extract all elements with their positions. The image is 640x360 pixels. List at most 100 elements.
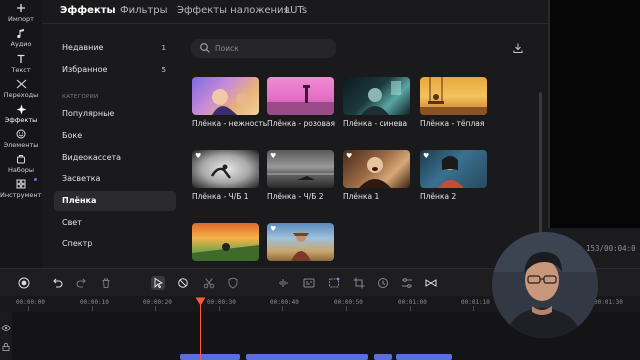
tab-effects[interactable]: Эффекты (60, 5, 116, 17)
effect-thumb-film-pink[interactable] (267, 77, 334, 115)
ruler-tick (28, 306, 29, 311)
rail-import-label: Импорт (8, 15, 34, 23)
count-badge: 5 (161, 66, 166, 74)
rail-elements-label: Элементы (3, 141, 39, 149)
effect-thumb-film-soft[interactable] (192, 77, 259, 115)
audio-wave-icon[interactable] (277, 276, 291, 290)
effect-thumb-film-3[interactable] (192, 223, 259, 261)
caption-icon[interactable] (302, 276, 316, 290)
effects-sparkle-icon (0, 104, 42, 116)
playhead-handle[interactable] (195, 297, 206, 306)
ruler-tick (473, 306, 474, 311)
smiley-icon (0, 129, 42, 141)
tab-luts[interactable]: LUTs (285, 5, 307, 17)
sidebar-item-bokeh[interactable]: Боке (54, 126, 176, 146)
bundle-icon (0, 154, 42, 166)
effect-thumb-film-bw2[interactable]: ♥ (267, 150, 334, 188)
ruler-label: 00:01:10 (461, 299, 490, 306)
text-icon (0, 54, 42, 66)
favorite-heart-icon[interactable]: ♥ (423, 152, 429, 160)
sidebar-item-film[interactable]: Плёнка (54, 191, 176, 211)
rail-bundles[interactable]: Наборы (0, 154, 42, 175)
effect-label: Плёнка - розовая (267, 119, 336, 128)
ruler-tick (155, 306, 156, 311)
effect-thumb-film-4[interactable]: ♥ (267, 223, 334, 261)
ruler-label: 00:00:30 (207, 299, 236, 306)
rail-tools[interactable]: Инструменты (0, 179, 47, 200)
categories-heading: КАТЕГОРИИ (62, 94, 99, 100)
rail-bundles-label: Наборы (7, 166, 35, 174)
effect-thumb-film-bw1[interactable]: ♥ (192, 150, 259, 188)
ruler-tick (219, 306, 220, 311)
sidebar-item-light[interactable]: Свет (54, 213, 176, 233)
sidebar-item-recent[interactable]: Недавние 1 (54, 38, 176, 58)
track-header (0, 312, 12, 360)
bowtie-icon[interactable] (424, 276, 438, 290)
rail-effects-label: Эффекты (4, 116, 38, 124)
favorite-heart-icon[interactable]: ♥ (270, 152, 276, 160)
ruler-label: 00:00:10 (80, 299, 109, 306)
timeline-clip[interactable] (246, 354, 368, 360)
ruler-label: 00:01:00 (398, 299, 427, 306)
speed-icon[interactable] (376, 276, 390, 290)
timeline-clip[interactable] (180, 354, 240, 360)
music-note-icon (0, 28, 42, 40)
search-box[interactable] (191, 39, 336, 58)
link-icon[interactable] (176, 276, 190, 290)
preview-screen (548, 0, 640, 228)
rail-elements[interactable]: Элементы (0, 129, 42, 150)
rail-audio[interactable]: Аудио (0, 28, 42, 49)
sidebar-item-favorites[interactable]: Избранное 5 (54, 60, 176, 80)
sidebar-item-vhs[interactable]: Видеокассета (54, 148, 176, 168)
rail-import[interactable]: Импорт (0, 3, 42, 24)
shield-icon[interactable] (226, 276, 240, 290)
rail-text-label: Текст (11, 66, 31, 74)
rail-tools-label: Инструменты (0, 191, 47, 199)
sidebar-item-light-leak[interactable]: Засветка (54, 169, 176, 189)
tab-overlay-effects[interactable]: Эффекты наложения (177, 5, 290, 17)
eye-icon[interactable] (1, 324, 11, 332)
sidebar-item-label: Недавние (62, 43, 104, 52)
ruler-tick (346, 306, 347, 311)
sidebar-item-spectrum[interactable]: Спектр (54, 234, 176, 254)
preview-pane: 153/00:04:0 (548, 0, 640, 268)
preview-timecode: 153/00:04:0 (586, 244, 636, 253)
sidebar-item-label: Избранное (62, 65, 108, 74)
effect-label: Плёнка - тёплая (420, 119, 485, 128)
effect-thumb-film-2[interactable]: ♥ (420, 150, 487, 188)
delete-icon[interactable] (99, 276, 113, 290)
lock-icon[interactable] (1, 342, 11, 352)
tab-filters[interactable]: Фильтры (120, 5, 167, 17)
adjust-icon[interactable] (400, 276, 414, 290)
rail-transitions[interactable]: Переходы (0, 79, 42, 100)
effect-thumb-film-warm[interactable] (420, 77, 487, 115)
favorite-heart-icon[interactable]: ♥ (346, 152, 352, 160)
ruler-label: 00:00:40 (270, 299, 299, 306)
sidebar-item-popular[interactable]: Популярные (54, 104, 176, 124)
rail-text[interactable]: Текст (0, 54, 42, 75)
effect-label: Плёнка - Ч/Б 2 (267, 192, 324, 201)
record-icon[interactable] (17, 276, 31, 290)
crop-icon[interactable] (352, 276, 366, 290)
effect-thumb-film-1[interactable]: ♥ (343, 150, 410, 188)
ruler-label: 00:01:30 (594, 299, 623, 306)
favorite-heart-icon[interactable]: ♥ (195, 152, 201, 160)
download-icon[interactable] (512, 42, 524, 54)
webcam-overlay (492, 232, 598, 338)
select-arrow-icon[interactable] (151, 276, 165, 290)
ai-icon[interactable] (327, 276, 341, 290)
playhead-line (200, 300, 201, 360)
favorite-heart-icon[interactable]: ♥ (270, 225, 276, 233)
new-indicator-dot (34, 178, 37, 181)
transitions-icon (0, 79, 42, 91)
effect-label: Плёнка 2 (420, 192, 457, 201)
rail-effects[interactable]: Эффекты (0, 104, 42, 125)
effect-label: Плёнка 1 (343, 192, 380, 201)
redo-icon[interactable] (75, 276, 89, 290)
undo-icon[interactable] (50, 276, 64, 290)
effect-thumb-film-blue[interactable] (343, 77, 410, 115)
search-input[interactable] (215, 42, 325, 55)
timeline-clip[interactable] (396, 354, 452, 360)
scissors-icon[interactable] (202, 276, 216, 290)
timeline-clip[interactable] (374, 354, 392, 360)
